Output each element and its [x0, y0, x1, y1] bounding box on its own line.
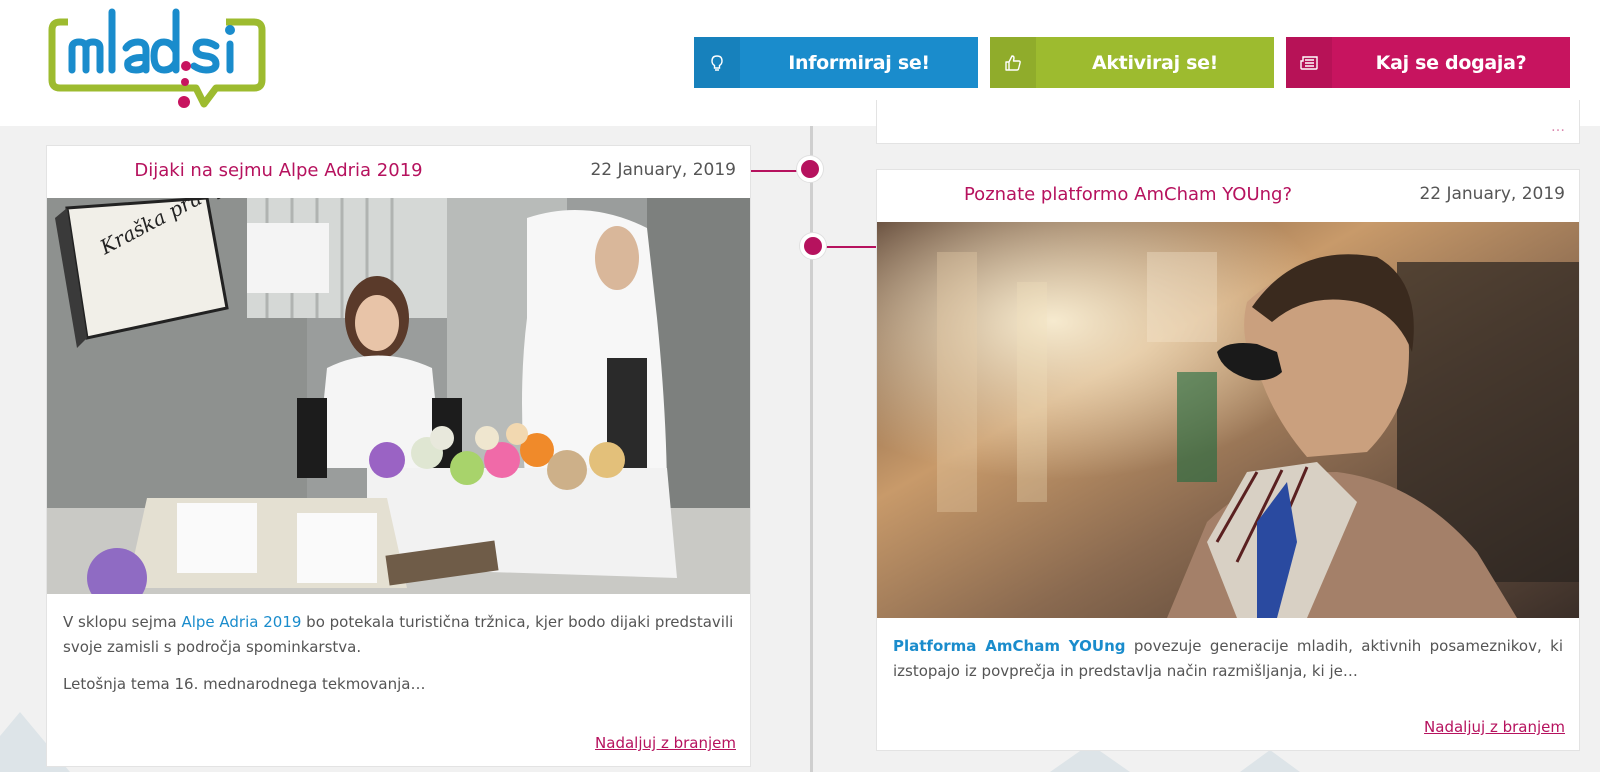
post-header: Poznate platformo AmCham YOUng? 22 Janua… — [877, 170, 1579, 222]
nav-informiraj-se-button[interactable]: Informiraj se! — [694, 37, 978, 88]
nav-label: Aktiviraj se! — [1091, 51, 1219, 74]
excerpt-text: V sklopu sejma — [63, 613, 182, 631]
post-card: Poznate platformo AmCham YOUng? 22 Janua… — [876, 169, 1580, 751]
previous-post-read-more-fragment: … — [1551, 119, 1565, 135]
nav-aktiviraj-se-button[interactable]: Aktiviraj se! — [990, 37, 1274, 88]
amcham-young-link[interactable]: Platforma AmCham YOUng — [893, 637, 1125, 655]
alpe-adria-link[interactable]: Alpe Adria 2019 — [181, 613, 301, 631]
read-more-link[interactable]: Nadaljuj z branjem — [1424, 718, 1565, 736]
thumbs-up-icon — [990, 37, 1036, 88]
post-excerpt: V sklopu sejma Alpe Adria 2019 bo poteka… — [47, 594, 750, 697]
post-image[interactable]: Kraška pravljica — [47, 198, 750, 594]
timeline-line — [810, 126, 813, 772]
post-excerpt: Platforma AmCham YOUng povezuje generaci… — [877, 618, 1579, 684]
post-date: 22 January, 2019 — [1419, 184, 1565, 204]
post-date: 22 January, 2019 — [590, 160, 736, 180]
timeline-dot — [800, 233, 826, 259]
timeline-dot — [797, 156, 823, 182]
newspaper-icon — [1286, 37, 1332, 88]
read-more-link[interactable]: Nadaljuj z branjem — [595, 734, 736, 752]
post-image[interactable] — [877, 222, 1579, 618]
post-title[interactable]: Dijaki na sejmu Alpe Adria 2019 — [47, 160, 510, 181]
site-logo[interactable] — [46, 8, 268, 116]
post-header: Dijaki na sejmu Alpe Adria 2019 22 Janua… — [47, 146, 750, 198]
excerpt-paragraph: Letošnja tema 16. mednarodnega tekmovanj… — [63, 675, 426, 693]
nav-label: Kaj se dogaja? — [1375, 51, 1527, 74]
nav-kaj-se-dogaja-button[interactable]: Kaj se dogaja? — [1286, 37, 1570, 88]
previous-post-card: … — [876, 100, 1580, 144]
post-card: Dijaki na sejmu Alpe Adria 2019 22 Janua… — [46, 145, 751, 767]
post-title[interactable]: Poznate platformo AmCham YOUng? — [917, 184, 1339, 205]
lightbulb-icon — [694, 37, 740, 88]
background-decoration — [1240, 750, 1300, 772]
nav-label: Informiraj se! — [788, 51, 930, 74]
